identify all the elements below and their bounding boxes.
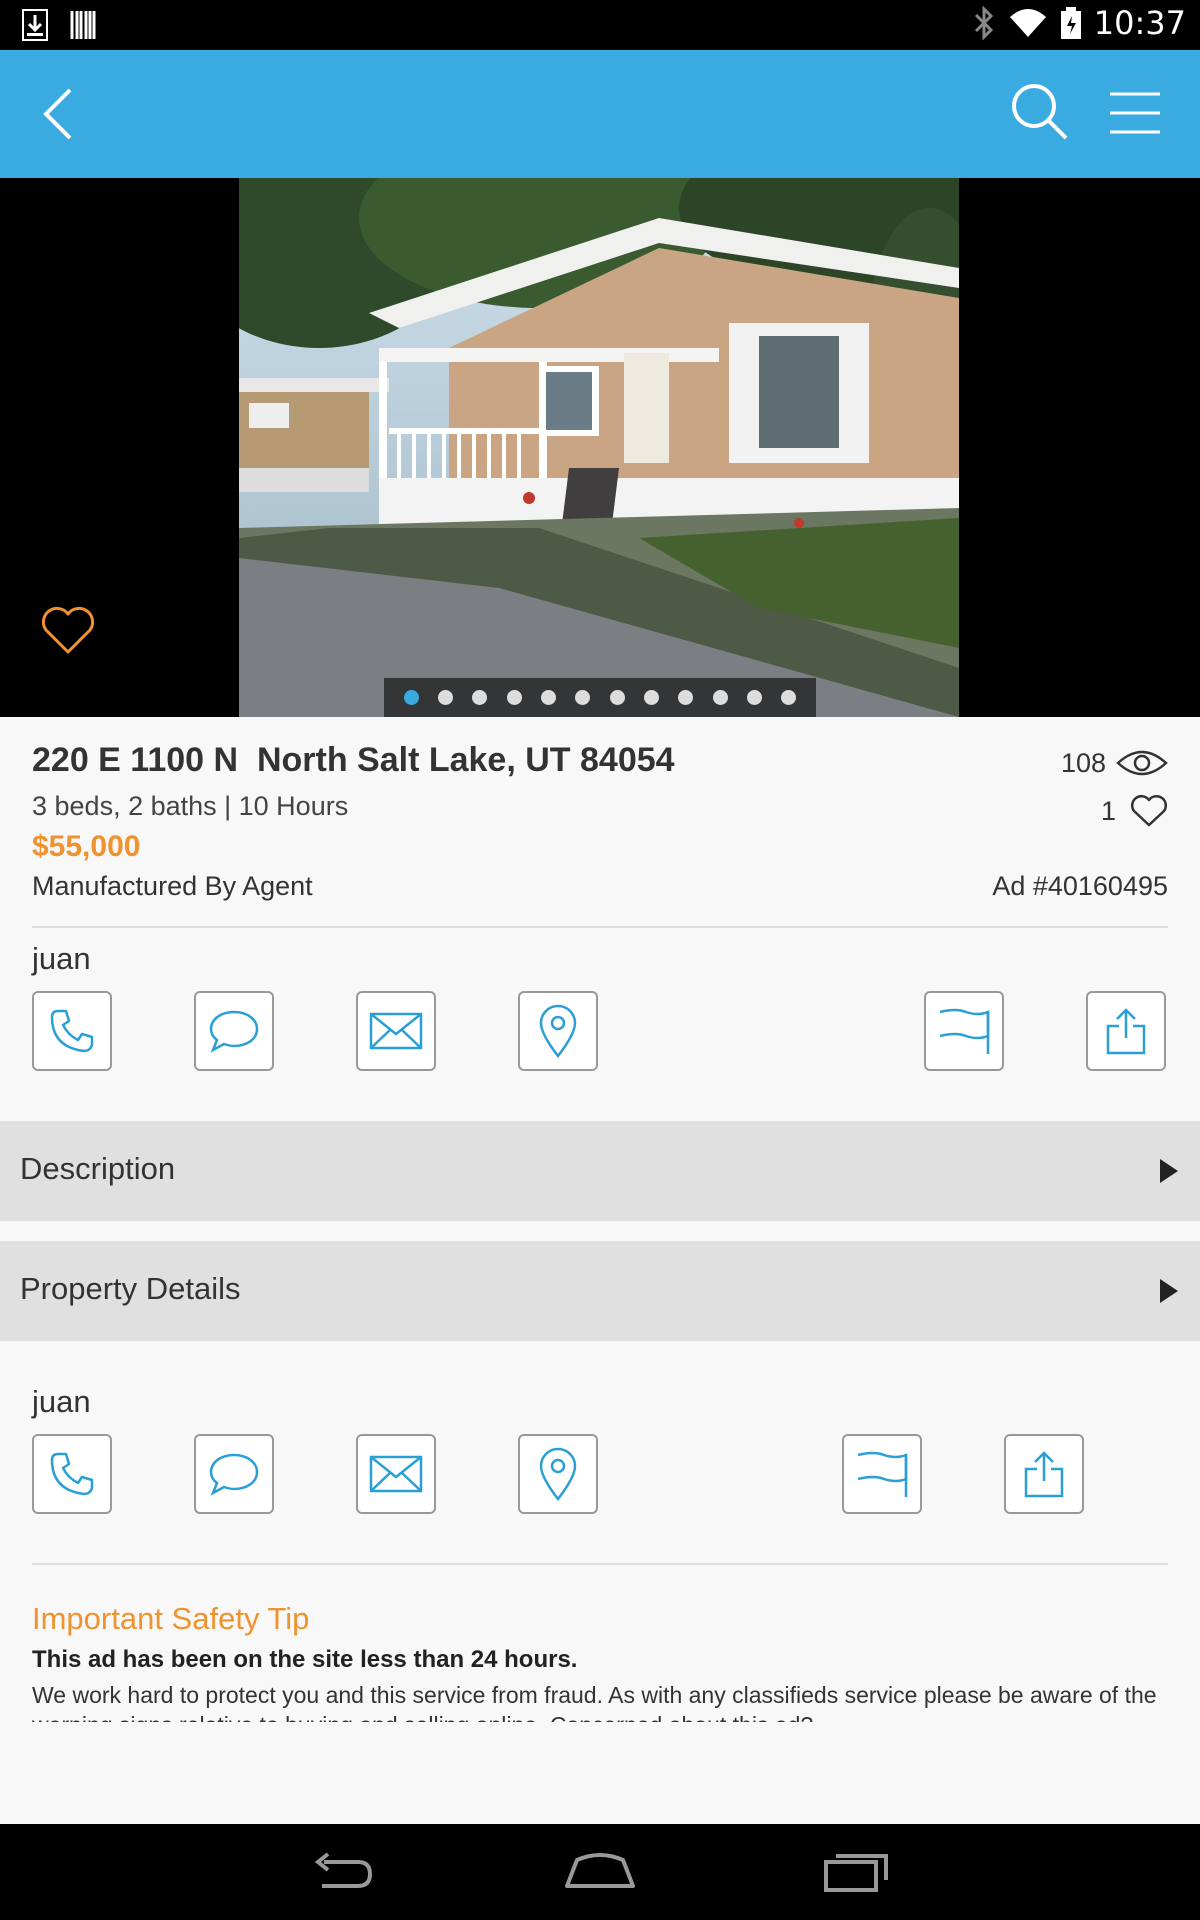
listing-poster: Manufactured By Agent: [32, 871, 313, 901]
system-nav-bar: [0, 1824, 1200, 1920]
bluetooth-icon: [974, 6, 993, 40]
view-count-value: 108: [1060, 747, 1106, 778]
flag-icon: [939, 1008, 990, 1054]
pagination-dot[interactable]: [472, 690, 488, 705]
pagination-dot[interactable]: [506, 690, 522, 705]
listing-photo[interactable]: [239, 178, 959, 717]
map-button[interactable]: [518, 991, 598, 1071]
barcode-icon: [70, 11, 96, 39]
pagination-dot[interactable]: [437, 690, 453, 705]
seller-name: juan: [32, 1384, 91, 1419]
share-button[interactable]: [1004, 1434, 1084, 1514]
listing-price: $55,000: [32, 830, 141, 863]
listing-details: 3 beds, 2 baths | 10 Hours: [32, 791, 349, 821]
hamburger-menu-icon[interactable]: [1106, 88, 1164, 138]
chat-button[interactable]: [194, 1434, 274, 1514]
pagination-dot[interactable]: [609, 690, 625, 705]
safety-tip-body: We work hard to protect you and this ser…: [32, 1680, 1172, 1722]
expand-arrow-icon: [1160, 1159, 1178, 1183]
envelope-icon: [369, 1012, 423, 1050]
map-button[interactable]: [518, 1434, 598, 1514]
divider: [32, 1563, 1168, 1565]
app-bar: [0, 50, 1200, 178]
pagination-dot[interactable]: [643, 690, 659, 705]
section-property-details-label: Property Details: [20, 1271, 241, 1306]
phone-icon: [50, 1452, 94, 1496]
seller-name: juan: [32, 941, 91, 976]
pagination-dot[interactable]: [575, 690, 591, 705]
pagination-dot[interactable]: [746, 690, 762, 705]
pagination-dot[interactable]: [712, 690, 728, 705]
map-pin-icon: [539, 1447, 577, 1501]
safety-tip-title: Important Safety Tip: [32, 1601, 310, 1636]
call-button[interactable]: [32, 1434, 112, 1514]
back-arrow-icon[interactable]: [36, 84, 92, 144]
section-property-details[interactable]: Property Details: [0, 1241, 1200, 1341]
report-button[interactable]: [842, 1434, 922, 1514]
share-icon: [1106, 1008, 1146, 1055]
view-count: 108: [1061, 747, 1168, 779]
eye-icon: [1116, 750, 1168, 776]
like-count: 1: [1101, 793, 1168, 829]
safety-tip-text: We work hard to protect you and this ser…: [32, 1682, 1157, 1722]
nav-recents-icon[interactable]: [822, 1846, 892, 1896]
flag-icon: [857, 1451, 908, 1497]
chat-bubble-icon: [209, 1010, 259, 1053]
ad-number: Ad #40160495: [992, 871, 1168, 901]
status-time: 10:37: [1093, 4, 1186, 42]
favorite-heart-icon[interactable]: [40, 602, 96, 658]
photo-gallery[interactable]: [0, 178, 1200, 717]
nav-back-icon[interactable]: [308, 1846, 378, 1896]
share-icon: [1024, 1451, 1064, 1498]
call-button[interactable]: [32, 991, 112, 1071]
map-pin-icon: [539, 1004, 577, 1058]
report-button[interactable]: [924, 991, 1004, 1071]
like-count-value: 1: [1100, 795, 1116, 826]
pagination-dot[interactable]: [540, 690, 556, 705]
nav-home-icon[interactable]: [563, 1846, 637, 1896]
chat-bubble-icon: [209, 1453, 259, 1496]
safety-tip-notice: This ad has been on the site less than 2…: [32, 1646, 578, 1673]
wifi-icon: [1009, 9, 1046, 37]
section-description-label: Description: [20, 1151, 176, 1186]
pagination-dot[interactable]: [678, 690, 694, 705]
listing-address: 220 E 1100 N North Salt Lake, UT 84054: [32, 741, 675, 779]
heart-icon: [1131, 795, 1167, 827]
search-icon[interactable]: [1008, 80, 1072, 144]
share-button[interactable]: [1086, 991, 1166, 1071]
expand-arrow-icon: [1160, 1279, 1178, 1303]
pagination-dot[interactable]: [403, 690, 419, 705]
email-button[interactable]: [356, 1434, 436, 1514]
divider: [32, 926, 1168, 928]
status-bar: 10:37: [0, 0, 1200, 50]
chat-button[interactable]: [194, 991, 274, 1071]
envelope-icon: [369, 1455, 423, 1493]
battery-icon: [1060, 7, 1081, 39]
email-button[interactable]: [356, 991, 436, 1071]
pagination-dot[interactable]: [781, 690, 797, 705]
phone-icon: [50, 1009, 94, 1053]
photo-pagination[interactable]: [384, 678, 816, 717]
section-description[interactable]: Description: [0, 1121, 1200, 1221]
download-icon: [22, 9, 48, 41]
